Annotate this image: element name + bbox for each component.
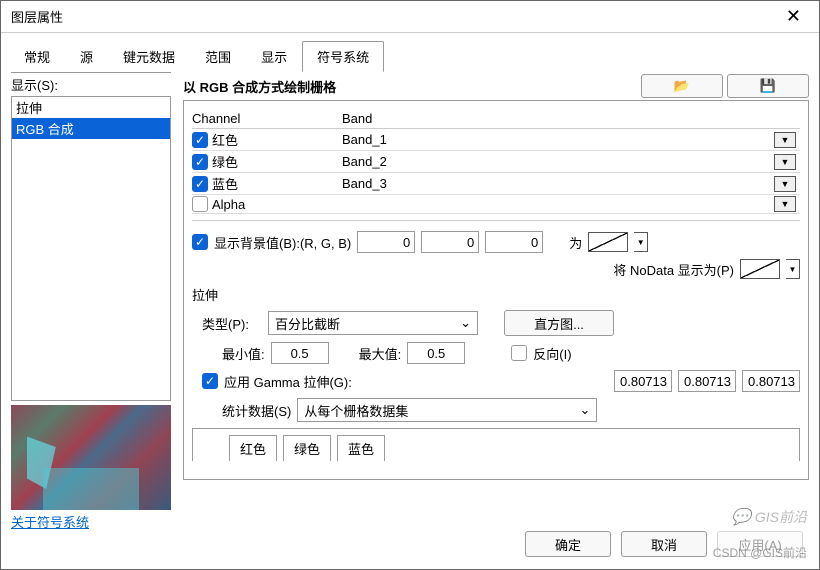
- minmax-row: 最小值: 最大值: 反向(I): [192, 342, 800, 364]
- nodata-row: 将 NoData 显示为(P) ▼: [192, 259, 800, 279]
- toolbar-buttons: 📂 💾: [641, 74, 809, 98]
- channel-row-blue: ✓蓝色 Band_3 ▼: [192, 173, 800, 195]
- folder-icon: 📂: [674, 78, 690, 94]
- channel-row-alpha: Alpha ▼: [192, 195, 800, 214]
- checkbox-green[interactable]: ✓: [192, 154, 208, 170]
- stats-tabs-container: 红色 绿色 蓝色: [192, 428, 800, 461]
- tab-extent[interactable]: 范围: [190, 41, 246, 72]
- checkbox-alpha[interactable]: [192, 196, 208, 212]
- preview-thumbnail: [11, 405, 171, 510]
- checkbox-show-background[interactable]: ✓: [192, 234, 208, 250]
- checkbox-invert[interactable]: [511, 345, 527, 361]
- bg-as-label: 为: [569, 233, 582, 252]
- stretch-type-combo[interactable]: 百分比截断⌄: [268, 311, 478, 335]
- bg-color-dropdown[interactable]: ▼: [634, 232, 648, 252]
- chevron-down-icon: ⌄: [460, 315, 471, 331]
- tab-display[interactable]: 显示: [246, 41, 302, 72]
- bg-g-input[interactable]: [421, 231, 479, 253]
- cancel-button[interactable]: 取消: [621, 531, 707, 557]
- list-item-rgb[interactable]: RGB 合成: [12, 118, 170, 139]
- settings-scrollbox[interactable]: Channel Band ✓红色 Band_1▼ ✓绿色 Band_2▼ ✓蓝色…: [183, 100, 809, 480]
- gamma-g-input[interactable]: [678, 370, 736, 392]
- stats-label: 统计数据(S): [222, 401, 291, 420]
- nodata-color-dropdown[interactable]: ▼: [786, 259, 800, 279]
- main-tabs: 常规 源 键元数据 范围 显示 符号系统: [1, 33, 819, 72]
- channel-header: Channel Band: [192, 109, 800, 129]
- histogram-button[interactable]: 直方图...: [504, 310, 614, 336]
- band-green: Band_2: [342, 154, 387, 169]
- dialog-title: 图层属性: [11, 7, 63, 26]
- background-row: ✓ 显示背景值(B):(R, G, B) 为 ▼: [192, 231, 800, 253]
- band-red: Band_1: [342, 132, 387, 147]
- left-panel: 显示(S): 拉伸 RGB 合成 关于符号系统: [11, 72, 171, 532]
- panel-title: 以 RGB 合成方式绘制栅格: [183, 77, 336, 96]
- nodata-color-swatch[interactable]: [740, 259, 780, 279]
- tab-key-metadata[interactable]: 键元数据: [108, 41, 190, 72]
- channel-green-label: 绿色: [212, 152, 238, 171]
- channel-row-red: ✓红色 Band_1 ▼: [192, 129, 800, 151]
- bg-b-input[interactable]: [485, 231, 543, 253]
- stats-row: 统计数据(S) 从每个栅格数据集⌄: [192, 398, 800, 422]
- max-label: 最大值:: [359, 344, 402, 363]
- stretch-group-label: 拉伸: [192, 285, 800, 304]
- tab-source[interactable]: 源: [65, 41, 108, 72]
- chevron-down-icon: ⌄: [579, 402, 590, 418]
- channel-red-label: 红色: [212, 130, 238, 149]
- titlebar: 图层属性 ✕: [1, 1, 819, 33]
- open-button[interactable]: 📂: [641, 74, 723, 98]
- stat-tab-red[interactable]: 红色: [229, 435, 277, 461]
- band-green-dropdown[interactable]: ▼: [774, 154, 796, 170]
- disk-icon: 💾: [760, 78, 776, 94]
- invert-label: 反向(I): [533, 344, 571, 363]
- gamma-row: ✓ 应用 Gamma 拉伸(G):: [192, 370, 800, 392]
- channel-blue-label: 蓝色: [212, 174, 238, 193]
- min-label: 最小值:: [222, 344, 265, 363]
- nodata-label: 将 NoData 显示为(P): [613, 260, 734, 279]
- type-row: 类型(P): 百分比截断⌄ 直方图...: [192, 310, 800, 336]
- max-input[interactable]: [407, 342, 465, 364]
- col-band: Band: [342, 111, 800, 126]
- stat-tab-green[interactable]: 绿色: [283, 435, 331, 461]
- save-button[interactable]: 💾: [727, 74, 809, 98]
- dialog-footer: 确定 取消 应用(A): [525, 531, 803, 557]
- bg-r-input[interactable]: [357, 231, 415, 253]
- renderer-listbox[interactable]: 拉伸 RGB 合成: [11, 96, 171, 401]
- checkbox-gamma[interactable]: ✓: [202, 373, 218, 389]
- col-channel: Channel: [192, 111, 342, 126]
- gamma-label: 应用 Gamma 拉伸(G):: [224, 372, 352, 391]
- right-panel: 以 RGB 合成方式绘制栅格 📂 💾 Channel Band ✓红色 Band…: [171, 72, 809, 532]
- band-red-dropdown[interactable]: ▼: [774, 132, 796, 148]
- content-area: 显示(S): 拉伸 RGB 合成 关于符号系统 以 RGB 合成方式绘制栅格 📂…: [1, 72, 819, 542]
- band-alpha-dropdown[interactable]: ▼: [774, 196, 796, 212]
- apply-button[interactable]: 应用(A): [717, 531, 803, 557]
- bg-color-swatch[interactable]: [588, 232, 628, 252]
- gamma-r-input[interactable]: [614, 370, 672, 392]
- tab-general[interactable]: 常规: [9, 41, 65, 72]
- channel-row-green: ✓绿色 Band_2 ▼: [192, 151, 800, 173]
- type-label: 类型(P):: [202, 314, 262, 333]
- show-label: 显示(S):: [11, 72, 171, 96]
- close-icon[interactable]: ✕: [778, 4, 809, 29]
- checkbox-red[interactable]: ✓: [192, 132, 208, 148]
- channel-table: Channel Band ✓红色 Band_1▼ ✓绿色 Band_2▼ ✓蓝色…: [192, 109, 800, 221]
- channel-alpha-label: Alpha: [212, 197, 245, 212]
- stat-tab-blue[interactable]: 蓝色: [337, 435, 385, 461]
- right-header: 以 RGB 合成方式绘制栅格 📂 💾: [183, 72, 809, 100]
- gamma-b-input[interactable]: [742, 370, 800, 392]
- layer-properties-dialog: 图层属性 ✕ 常规 源 键元数据 范围 显示 符号系统 显示(S): 拉伸 RG…: [0, 0, 820, 570]
- min-input[interactable]: [271, 342, 329, 364]
- about-symbology-link[interactable]: 关于符号系统: [11, 512, 171, 531]
- list-item-stretch[interactable]: 拉伸: [12, 97, 170, 118]
- stats-source-combo[interactable]: 从每个栅格数据集⌄: [297, 398, 597, 422]
- tab-symbology[interactable]: 符号系统: [302, 41, 384, 72]
- ok-button[interactable]: 确定: [525, 531, 611, 557]
- background-label: 显示背景值(B):(R, G, B): [214, 233, 351, 252]
- band-blue-dropdown[interactable]: ▼: [774, 176, 796, 192]
- checkbox-blue[interactable]: ✓: [192, 176, 208, 192]
- band-blue: Band_3: [342, 176, 387, 191]
